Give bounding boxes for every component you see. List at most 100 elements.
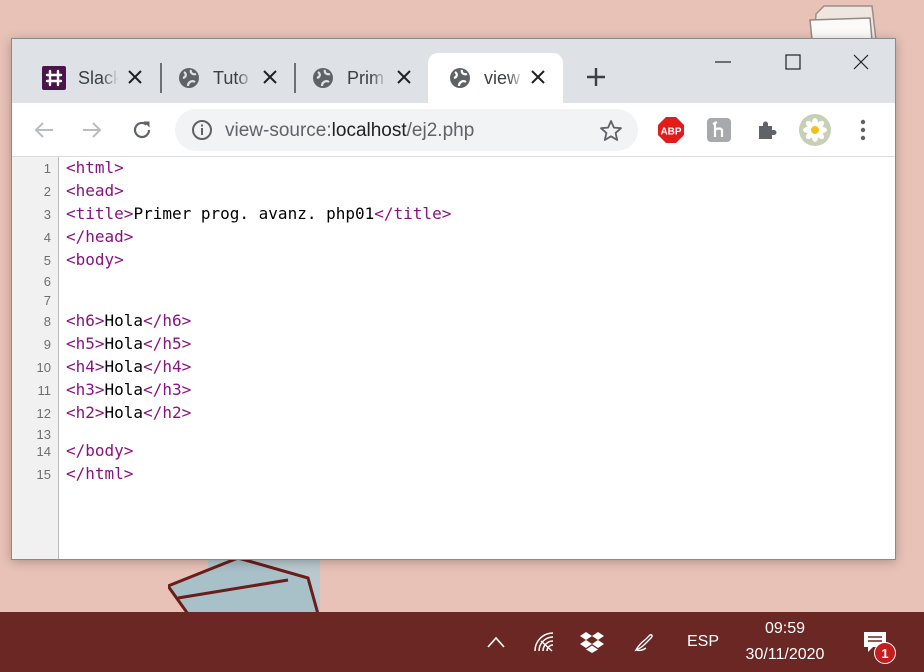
input-language-indicator[interactable]: ESP bbox=[680, 612, 726, 672]
desktop-wallpaper-art bbox=[168, 558, 320, 614]
html-text: Hola bbox=[104, 380, 144, 399]
minimize-button[interactable] bbox=[700, 47, 746, 77]
line-code: <h6>Hola</h6> bbox=[66, 310, 191, 332]
line-code: <h4>Hola</h4> bbox=[66, 356, 191, 378]
menu-button[interactable] bbox=[847, 114, 879, 146]
pen-icon bbox=[634, 634, 653, 652]
source-view: 1 <html> 2 <head> 3 <title>Primer prog. avanz… bbox=[12, 157, 895, 559]
forward-button[interactable] bbox=[78, 116, 106, 144]
html-tag: <h3> bbox=[66, 380, 105, 399]
line-number: 3 bbox=[43, 207, 51, 222]
bookmark-star-icon[interactable] bbox=[598, 118, 624, 144]
more-vert-icon bbox=[860, 119, 866, 141]
source-line: 10 <h4>Hola</h4> bbox=[12, 356, 895, 378]
url-path: /ej2.php bbox=[406, 120, 475, 141]
source-line: 2 <head> bbox=[12, 180, 895, 202]
line-number: 8 bbox=[43, 314, 51, 329]
line-code: <h5>Hola</h5> bbox=[66, 333, 191, 355]
tab-prim[interactable]: Prim bbox=[281, 53, 429, 103]
close-tab-icon[interactable] bbox=[124, 66, 146, 88]
globe-icon bbox=[448, 66, 472, 90]
line-number: 11 bbox=[37, 383, 52, 398]
source-line: 4 </head> bbox=[12, 226, 895, 248]
adblock-label: ABP bbox=[660, 127, 681, 138]
action-center-button[interactable] bbox=[850, 612, 900, 672]
html-tag: <h4> bbox=[66, 357, 105, 376]
html-tag: </h4> bbox=[143, 357, 192, 376]
tab-slack[interactable]: Slack bbox=[12, 53, 160, 103]
clock-date: 30/11/2020 bbox=[745, 646, 825, 663]
maximize-button[interactable] bbox=[770, 47, 816, 77]
info-icon[interactable] bbox=[191, 119, 213, 141]
desktop-folder-icon[interactable] bbox=[806, 0, 878, 40]
close-tab-icon[interactable] bbox=[259, 66, 281, 88]
browser-toolbar: view-source:localhost/ej2.php ABP bbox=[12, 103, 895, 157]
tab-view-source[interactable]: view bbox=[428, 53, 563, 103]
chevron-up-icon bbox=[487, 636, 505, 648]
tab-label: Prim bbox=[347, 67, 384, 88]
clock-time: 09:59 bbox=[764, 620, 806, 637]
html-tag: <title> bbox=[66, 204, 134, 223]
url-scheme: view-source: bbox=[225, 120, 332, 141]
line-code: <html> bbox=[66, 157, 124, 179]
dropbox-button[interactable] bbox=[574, 612, 610, 672]
line-code: </body> bbox=[66, 440, 133, 462]
close-tab-icon[interactable] bbox=[393, 66, 415, 88]
line-code: <h2>Hola</h2> bbox=[66, 402, 191, 424]
html-tag: </h3> bbox=[143, 380, 192, 399]
html-tag: </title> bbox=[374, 204, 452, 223]
html-tag: </html> bbox=[66, 464, 134, 483]
close-tab-icon[interactable] bbox=[527, 66, 549, 88]
tab-tuto[interactable]: Tuto bbox=[147, 53, 295, 103]
source-line: 5 <body> bbox=[12, 249, 895, 271]
slack-icon bbox=[42, 66, 66, 90]
source-line: 14 </body> bbox=[12, 440, 895, 462]
network-button[interactable] bbox=[526, 612, 562, 672]
line-number: 2 bbox=[43, 184, 51, 199]
extensions-button[interactable] bbox=[751, 114, 783, 146]
source-line: 3 <title>Primer prog. avanz. php01</title… bbox=[12, 203, 895, 225]
line-number: 4 bbox=[43, 230, 51, 245]
html-text: Hola bbox=[104, 334, 144, 353]
html-tag: </h6> bbox=[143, 311, 192, 330]
arrow-right-icon bbox=[83, 122, 102, 138]
taskbar: ESP 09:59 30/11/2020 1 bbox=[0, 612, 924, 672]
new-tab-button[interactable] bbox=[582, 63, 610, 91]
profile-avatar-button[interactable] bbox=[799, 114, 831, 146]
line-number: 12 bbox=[36, 406, 51, 421]
source-line: 8 <h6>Hola</h6> bbox=[12, 310, 895, 332]
html-tag: <html> bbox=[66, 158, 124, 177]
title-bar: Slack Tuto Prim view bbox=[12, 39, 895, 103]
html-tag: <body> bbox=[66, 250, 124, 269]
source-line: 12 <h2>Hola</h2> bbox=[12, 402, 895, 424]
html-text: Hola bbox=[104, 311, 144, 330]
html-tag: <head> bbox=[66, 181, 124, 200]
globe-icon bbox=[311, 66, 335, 90]
close-window-button[interactable] bbox=[838, 47, 884, 77]
show-hidden-icons-button[interactable] bbox=[478, 612, 514, 672]
back-button[interactable] bbox=[30, 116, 58, 144]
url-host: localhost bbox=[331, 120, 407, 141]
html-text: Hola bbox=[104, 403, 144, 422]
line-number: 14 bbox=[36, 444, 51, 459]
html-tag: </head> bbox=[66, 227, 134, 246]
source-line: 15 </html> bbox=[12, 463, 895, 485]
adblock-extension-button[interactable]: ABP bbox=[655, 114, 687, 146]
dropbox-icon bbox=[580, 632, 604, 653]
line-number: 6 bbox=[43, 274, 51, 289]
pen-button[interactable] bbox=[626, 612, 662, 672]
tab-label: view bbox=[484, 67, 521, 88]
h-extension-button[interactable] bbox=[703, 114, 735, 146]
clock[interactable]: 09:59 30/11/2020 bbox=[730, 612, 840, 672]
close-icon bbox=[853, 54, 869, 70]
address-bar[interactable]: view-source:localhost/ej2.php bbox=[175, 109, 638, 151]
maximize-icon bbox=[785, 54, 801, 70]
html-tag: <h5> bbox=[66, 334, 105, 353]
reload-button[interactable] bbox=[128, 116, 156, 144]
source-line: 1 <html> bbox=[12, 157, 895, 179]
plus-icon bbox=[587, 68, 605, 86]
html-tag: </h2> bbox=[143, 403, 192, 422]
html-tag: </body> bbox=[66, 441, 134, 460]
source-line: 9 <h5>Hola</h5> bbox=[12, 333, 895, 355]
notification-count-badge: 1 bbox=[874, 642, 896, 664]
